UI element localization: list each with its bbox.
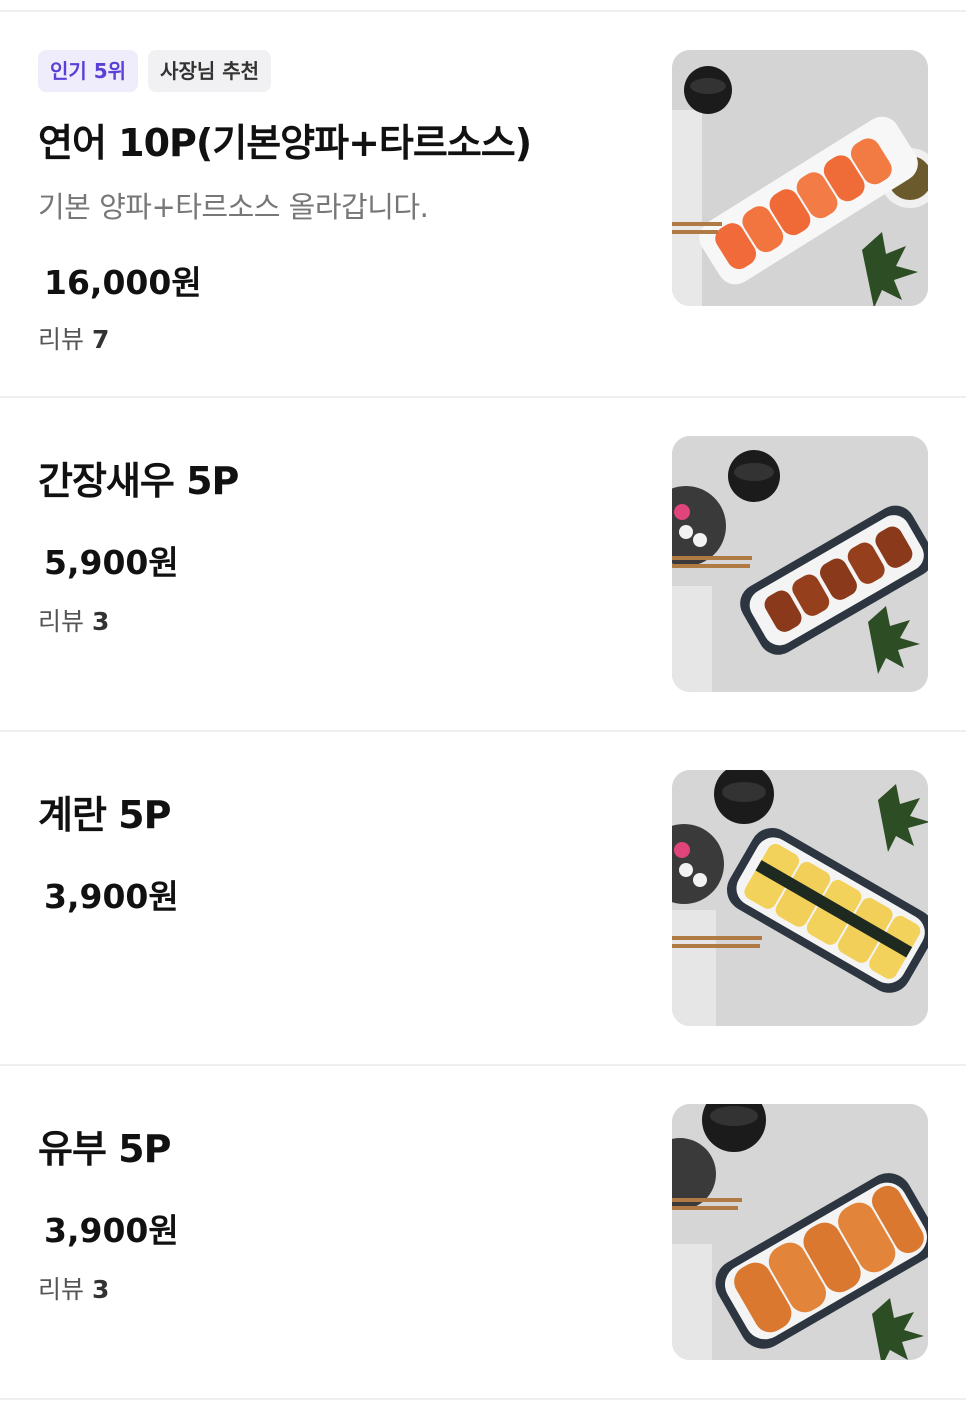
- review-label: 리뷰: [38, 325, 85, 354]
- menu-item-price: 5,900원: [44, 543, 179, 582]
- review-count: 3: [91, 607, 110, 636]
- menu-item-review: 리뷰 3: [38, 1270, 109, 1306]
- menu-item-soy-shrimp[interactable]: 간장새우 5P 5,900원 리뷰 3: [0, 398, 966, 732]
- menu-item-name: 계란 5P: [38, 793, 171, 837]
- egg-sushi-photo-icon: [672, 770, 928, 1026]
- menu-item-review: 리뷰 3: [38, 602, 109, 638]
- fried-tofu-sushi-photo: [672, 1104, 928, 1360]
- menu-item-egg[interactable]: 계란 5P 3,900원: [0, 732, 966, 1066]
- menu-item-fried-tofu[interactable]: 유부 5P 3,900원 리뷰 3: [0, 1066, 966, 1400]
- salmon-sushi-photo-icon: [672, 50, 928, 306]
- review-count: 7: [91, 325, 110, 354]
- menu-item-name: 간장새우 5P: [38, 459, 239, 503]
- soy-shrimp-sushi-photo: [672, 436, 928, 692]
- review-count: 3: [91, 1275, 110, 1304]
- menu-item-name: 유부 5P: [38, 1127, 171, 1171]
- menu-item-description: 기본 양파+타르소스 올라갑니다.: [38, 190, 429, 224]
- salmon-sushi-photo: [672, 50, 928, 306]
- menu-item-review: 리뷰 7: [38, 320, 109, 356]
- menu-item-price: 3,900원: [44, 1211, 179, 1250]
- menu-item-salmon[interactable]: 인기 5위 사장님 추천 연어 10P(기본양파+타르소스) 기본 양파+타르소…: [0, 12, 966, 398]
- fried-tofu-sushi-photo-icon: [672, 1104, 928, 1360]
- review-label: 리뷰: [38, 607, 85, 636]
- soy-shrimp-sushi-photo-icon: [672, 436, 928, 692]
- menu-item-name: 연어 10P(기본양파+타르소스): [38, 121, 532, 165]
- badge-group: 인기 5위 사장님 추천: [38, 50, 272, 92]
- menu-item-price: 3,900원: [44, 877, 179, 916]
- popular-rank-badge: 인기 5위: [38, 50, 139, 92]
- menu-item-price: 16,000원: [44, 263, 202, 302]
- review-label: 리뷰: [38, 1275, 85, 1304]
- owner-recommend-badge: 사장님 추천: [148, 50, 272, 92]
- egg-sushi-photo: [672, 770, 928, 1026]
